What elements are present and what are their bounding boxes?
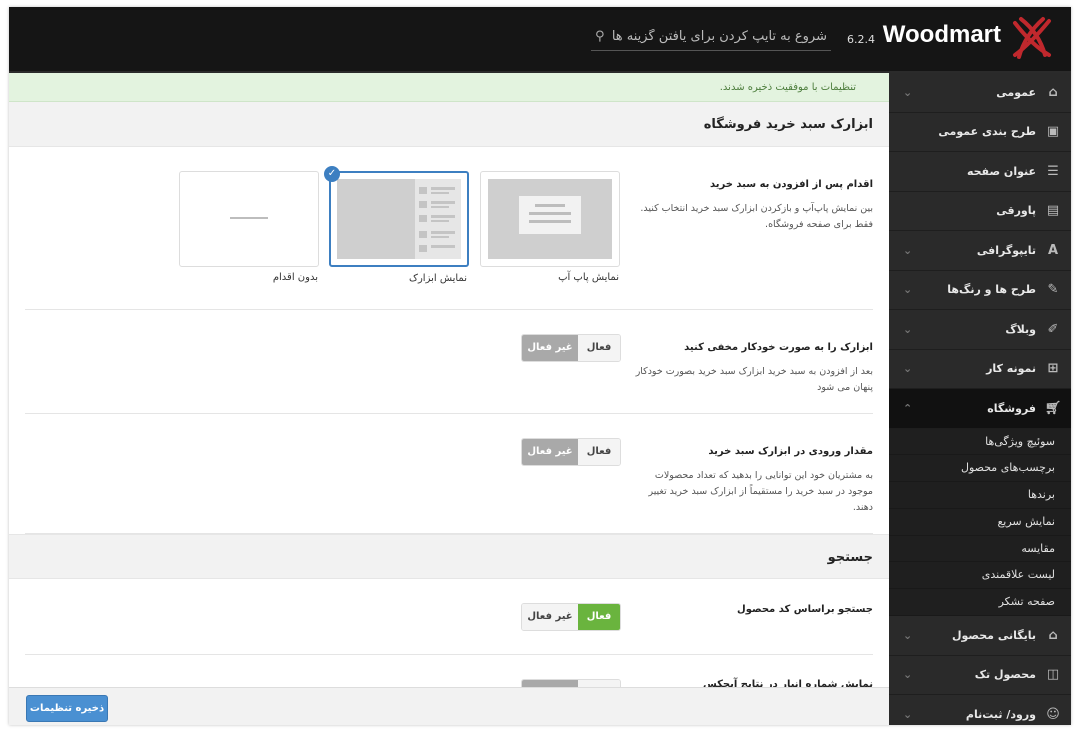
option-title: جستجو براساس کد محصول (737, 604, 873, 615)
footer-icon: ▤ (1046, 203, 1060, 219)
sidebar-item-styles-colors[interactable]: ✎ طرح ها و رنگ‌ها ⌄ (889, 271, 1071, 310)
chevron-down-icon: ⌄ (903, 283, 913, 297)
image-option-widget[interactable]: ✓ نمایش ابزارک (324, 166, 469, 284)
home-icon: ⌂ (1048, 84, 1058, 100)
chevron-down-icon: ⌄ (903, 628, 913, 642)
chevron-down-icon: ⌄ (903, 85, 913, 99)
options-sidebar: ⌂ عمومی ⌄ ▣ طرح بندی عمومی ☰ عنوان صفحه … (889, 73, 1071, 725)
chevron-down-icon: ⌄ (903, 707, 913, 721)
sidebar-item-label: نمونه کار (986, 362, 1036, 376)
cart-icon: 🛒︎ (1044, 400, 1062, 416)
toggle-off-button[interactable]: غیر فعال (522, 604, 578, 630)
widget-preview-icon (337, 179, 461, 259)
option-title: ابزارک را به صورت خودکار مخفی کنید (684, 342, 873, 353)
search-input[interactable] (607, 29, 827, 44)
option-description: بعد از افزودن به سبد خرید ابزارک سبد خری… (635, 366, 873, 393)
search-icon: ⚲ (595, 29, 605, 44)
image-option-popup[interactable]: نمایش پاپ آپ (480, 171, 620, 283)
bag-icon: ◫ (1046, 667, 1060, 683)
sidebar-subitem[interactable]: سوئیچ ویژگی‌ها (889, 429, 1071, 456)
user-icon: ☺ (1046, 706, 1060, 722)
option-row-quantity-input: مقدار ورودی در ابزارک سبد خرید به مشتریا… (25, 414, 873, 534)
version-label: 6.2.4 (847, 33, 875, 46)
options-search[interactable]: ⚲ (591, 23, 831, 51)
option-description: بین نمایش پاپ‌آپ و بازکردن ابزارک سبد خر… (640, 203, 873, 230)
sidebar-item-portfolio[interactable]: ⊞ نمونه کار ⌄ (889, 350, 1071, 389)
top-header: Woodmart 6.2.4 ⚲ (9, 7, 1071, 73)
sidebar-subitem[interactable]: صفحه تشکر (889, 589, 1071, 617)
chevron-down-icon: ⌄ (903, 322, 913, 336)
selected-check-icon: ✓ (324, 166, 340, 182)
sidebar-item-footer[interactable]: ▤ پاورقی (889, 192, 1071, 231)
chevron-down-icon: ⌄ (903, 668, 913, 682)
layout-icon: ▣ (1046, 124, 1060, 140)
sidebar-subitem[interactable]: نمایش سریع (889, 509, 1071, 536)
section-title-search: جستجو (9, 534, 889, 579)
brush-icon: ✎ (1047, 282, 1059, 298)
sidebar-item-label: طرح ها و رنگ‌ها (947, 283, 1036, 297)
image-option-label: بدون اقدام (272, 272, 318, 283)
quantity-input-toggle[interactable]: فعال غیر فعال (521, 438, 621, 466)
options-footer: ذخیره تنظیمات (9, 687, 889, 725)
app-window: Woodmart 6.2.4 ⚲ ⌂ عمومی ⌄ ▣ طرح بندی عم… (9, 7, 1071, 725)
sidebar-item-label: ورود/ ثبت‌نام (965, 707, 1036, 721)
sidebar-item-blog[interactable]: ✐ وبلاگ ⌄ (889, 310, 1071, 350)
sidebar-item-label: محصول تک (974, 668, 1036, 682)
chevron-up-icon: ⌃ (903, 401, 913, 415)
sidebar-item-label: عنوان صفحه (966, 164, 1036, 178)
sidebar-item-typography[interactable]: A تایپوگرافی ⌄ (889, 231, 1071, 271)
popup-preview-icon (488, 179, 612, 259)
option-row-after-add-to-cart: اقدام پس از افزودن به سبد خرید بین نمایش… (25, 147, 873, 310)
sidebar-item-label: فروشگاه (987, 401, 1036, 415)
toggle-on-button[interactable]: فعال (578, 335, 620, 361)
option-row-auto-hide: ابزارک را به صورت خودکار مخفی کنید بعد ا… (25, 310, 873, 414)
toggle-on-button[interactable]: فعال (578, 439, 620, 465)
woodmart-logo-icon (1013, 17, 1051, 59)
sidebar-item-general[interactable]: ⌂ عمومی ⌄ (889, 73, 1071, 113)
sidebar-subitem[interactable]: برچسب‌های محصول (889, 455, 1071, 483)
sidebar-item-label: پاورقی (996, 204, 1036, 218)
sidebar-item-single-product[interactable]: ◫ محصول تک ⌄ (889, 656, 1071, 696)
option-title: اقدام پس از افزودن به سبد خرید (709, 179, 873, 190)
toggle-off-button[interactable]: غیر فعال (522, 335, 578, 361)
option-title: مقدار ورودی در ابزارک سبد خرید (708, 446, 873, 457)
sidebar-item-page-title[interactable]: ☰ عنوان صفحه (889, 152, 1071, 192)
sidebar-submenu-shop: سوئیچ ویژگی‌ها برچسب‌های محصول برندها نم… (889, 428, 1071, 617)
success-notice: تنظیمات با موفقیت ذخیره شدند. (9, 73, 889, 102)
chevron-down-icon: ⌄ (903, 243, 913, 257)
page-title-icon: ☰ (1047, 163, 1059, 179)
sidebar-item-shop[interactable]: 🛒︎ فروشگاه ⌃ (889, 389, 1071, 429)
toggle-on-button[interactable]: فعال (578, 604, 620, 630)
option-description: به مشتریان خود این توانایی را بدهید که ت… (648, 470, 873, 513)
sidebar-item-label: طرح بندی عمومی (938, 125, 1036, 139)
brand-name: Woodmart (882, 21, 1001, 48)
option-row-sku-search: جستجو براساس کد محصول فعال غیر فعال (25, 579, 873, 655)
sidebar-item-general-layout[interactable]: ▣ طرح بندی عمومی (889, 113, 1071, 152)
sku-search-toggle[interactable]: فعال غیر فعال (521, 603, 621, 631)
image-option-label: نمایش پاپ آپ (558, 272, 619, 283)
image-option-nothing[interactable]: بدون اقدام (179, 171, 319, 283)
sidebar-item-label: عمومی (996, 85, 1036, 99)
save-settings-button[interactable]: ذخیره تنظیمات (26, 695, 108, 722)
sidebar-item-label: بایگانی محصول (951, 628, 1036, 642)
store-icon: ⌂ (1048, 627, 1058, 643)
sidebar-item-label: تایپوگرافی (976, 243, 1036, 257)
auto-hide-toggle[interactable]: فعال غیر فعال (521, 334, 621, 362)
options-main-panel: تنظیمات با موفقیت ذخیره شدند. ابزارک سبد… (9, 73, 889, 725)
no-action-preview-icon (230, 217, 268, 219)
grid-icon: ⊞ (1047, 361, 1059, 377)
image-option-label: نمایش ابزارک (409, 273, 467, 284)
section-title-cart-widget: ابزارک سبد خرید فروشگاه (9, 102, 889, 147)
sidebar-item-login-register[interactable]: ☺ ورود/ ثبت‌نام ⌄ (889, 695, 1071, 725)
sidebar-subitem[interactable]: مقایسه (889, 536, 1071, 563)
typography-icon: A (1047, 242, 1059, 258)
sidebar-item-label: وبلاگ (1005, 322, 1036, 336)
toggle-off-button[interactable]: غیر فعال (522, 439, 578, 465)
sidebar-subitem[interactable]: لیست علاقمندی (889, 562, 1071, 590)
sidebar-subitem[interactable]: برندها (889, 482, 1071, 509)
chevron-down-icon: ⌄ (903, 362, 913, 376)
edit-icon: ✐ (1047, 321, 1059, 337)
sidebar-item-product-archive[interactable]: ⌂ بایگانی محصول ⌄ (889, 616, 1071, 656)
